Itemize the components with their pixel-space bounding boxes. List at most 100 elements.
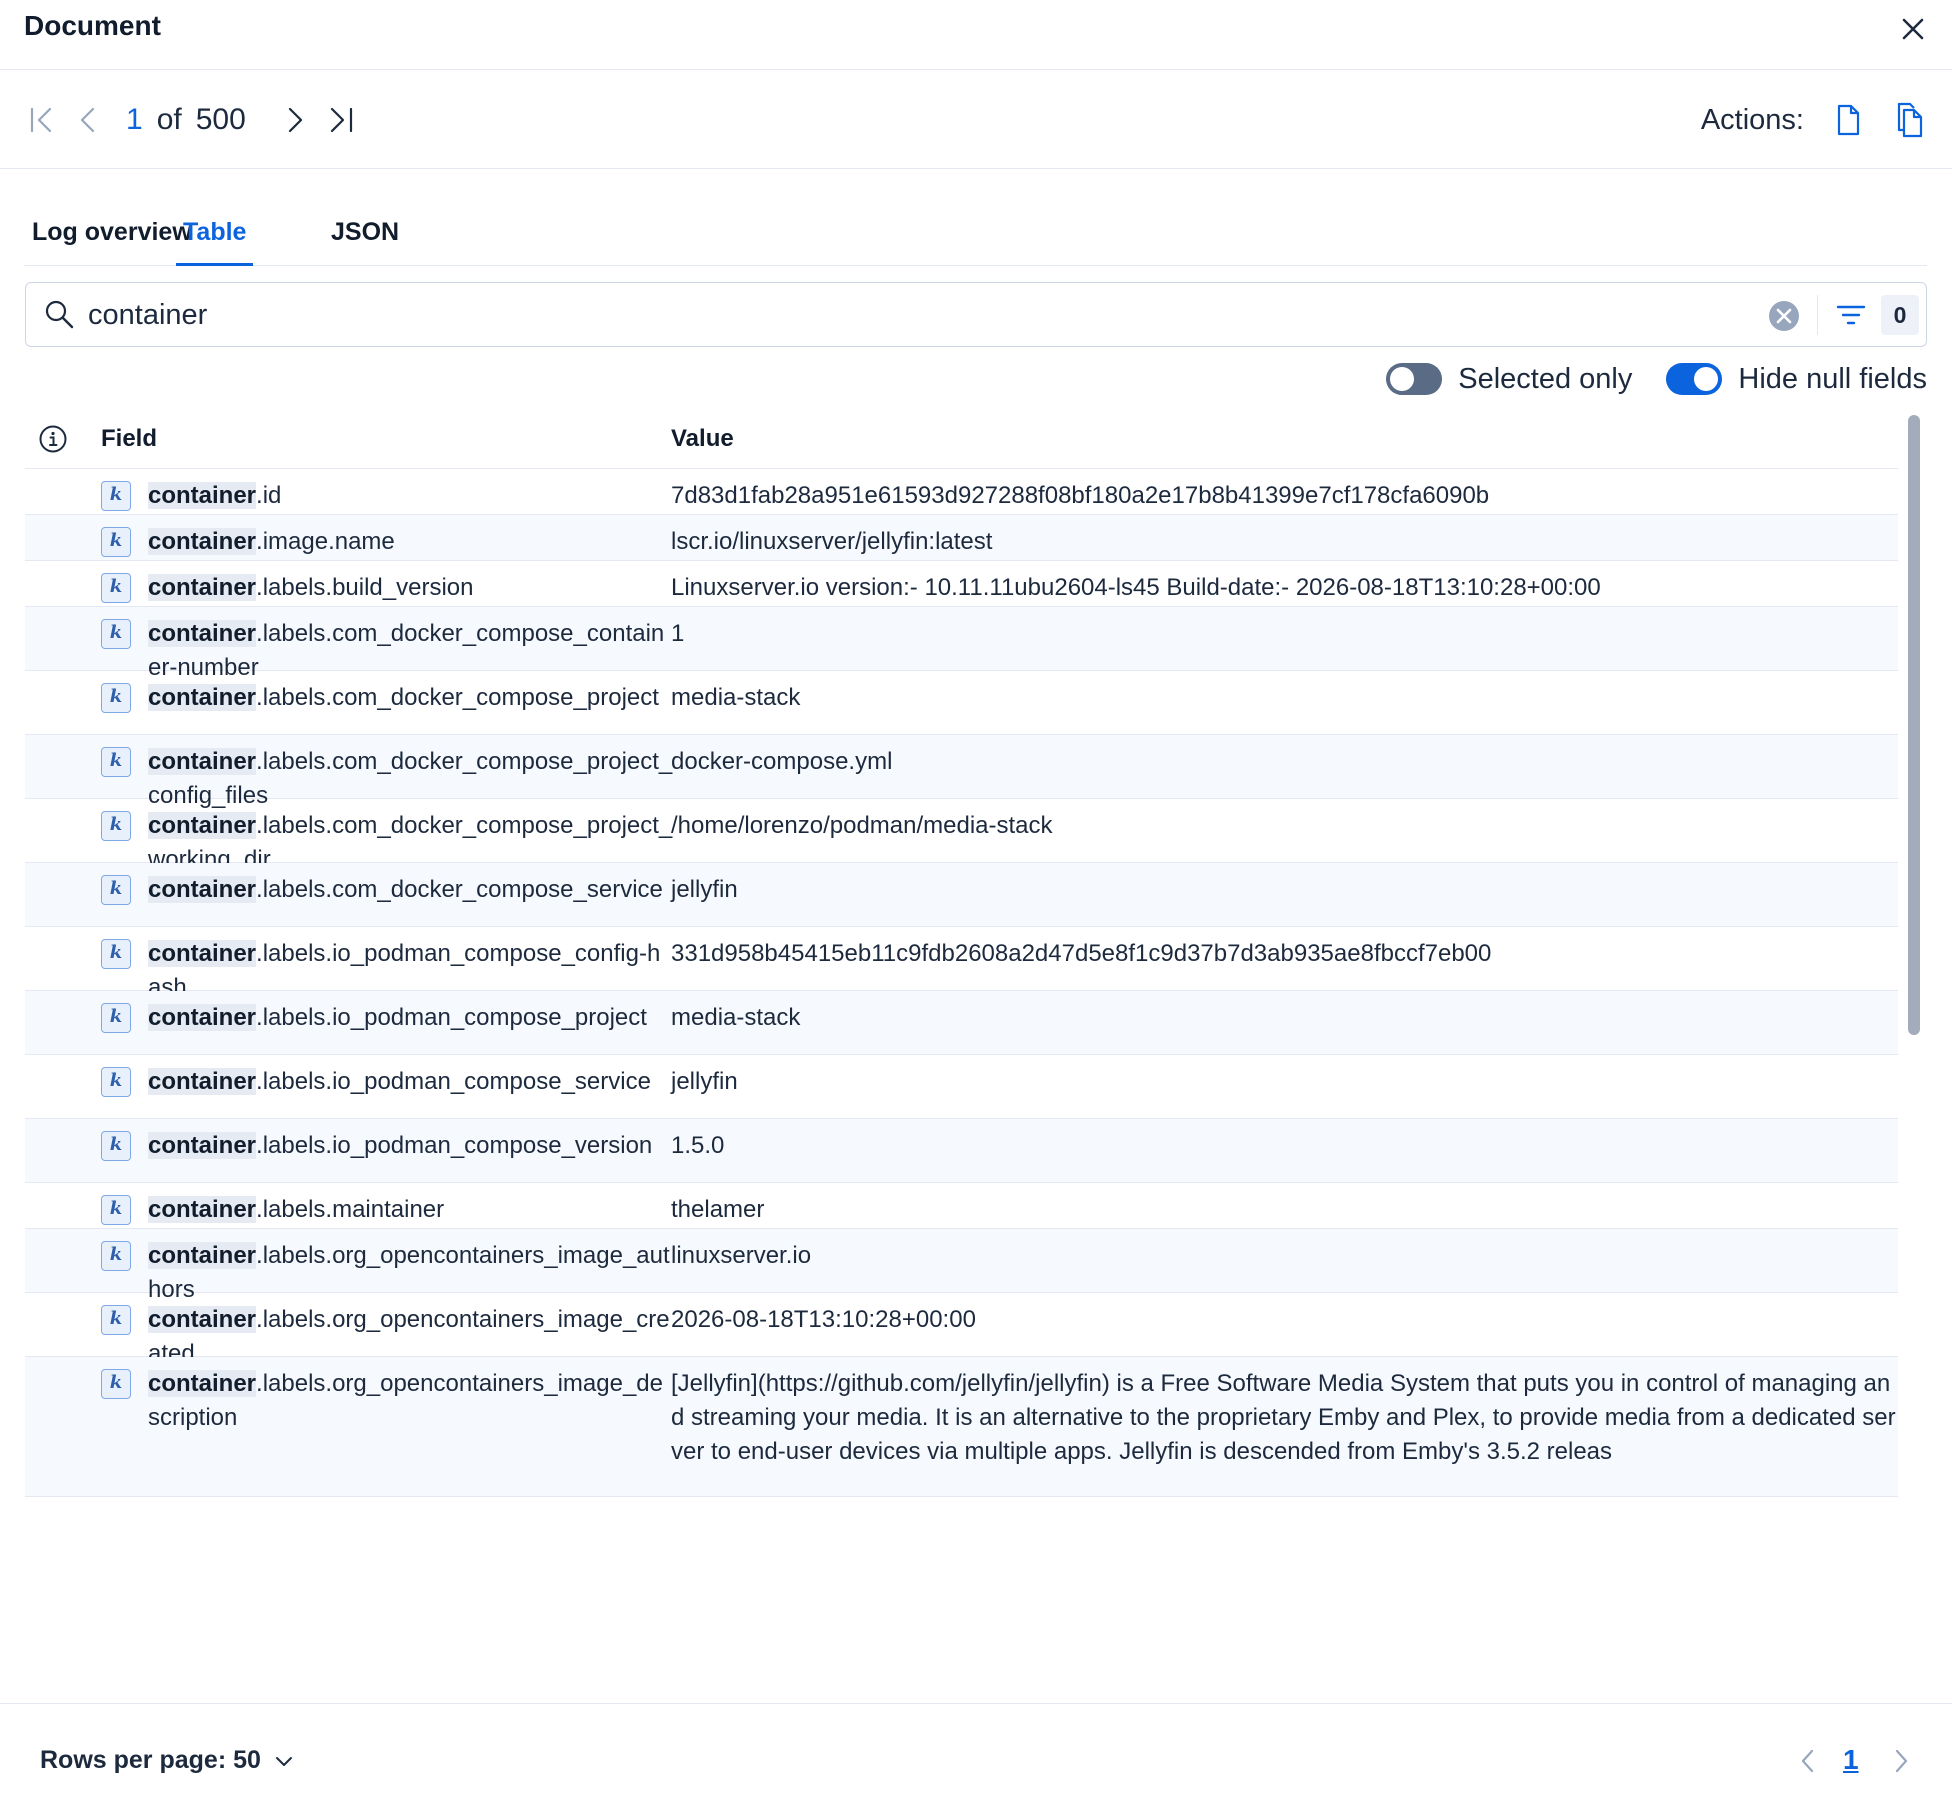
field-name-rest: .labels.com_docker_compose_project bbox=[256, 684, 659, 711]
field-name[interactable]: container.labels.io_podman_compose_servi… bbox=[148, 1065, 673, 1099]
keyword-type-icon: k bbox=[101, 573, 131, 603]
table-scrollbar[interactable] bbox=[1908, 415, 1920, 1035]
keyword-type-icon: k bbox=[101, 1131, 131, 1161]
table-row[interactable]: k container.labels.org_opencontainers_ima… bbox=[25, 1293, 1898, 1367]
table-row[interactable]: k container.labels.io_podman_compose_proj… bbox=[25, 991, 1898, 1055]
keyword-type-icon: k bbox=[101, 939, 131, 969]
table-row[interactable]: k container.labels.io_podman_compose_vers… bbox=[25, 1119, 1898, 1183]
document-icon[interactable] bbox=[1830, 100, 1866, 140]
keyword-type-icon: k bbox=[101, 619, 131, 649]
filter-icon[interactable] bbox=[1834, 298, 1868, 332]
field-name-match: container bbox=[148, 482, 257, 509]
field-name[interactable]: container.labels.build_version bbox=[148, 571, 673, 605]
table-footer: Rows per page: 50 1 bbox=[0, 1703, 1952, 1810]
field-name[interactable]: container.labels.com_docker_compose_proj… bbox=[148, 681, 673, 715]
search-input[interactable] bbox=[88, 291, 1688, 339]
field-name-match: container bbox=[148, 528, 257, 555]
flyout-title: Document bbox=[24, 10, 161, 41]
actions-group: Actions: bbox=[1701, 100, 1928, 140]
tab-json[interactable]: JSON bbox=[331, 218, 399, 266]
field-name[interactable]: container.labels.io_podman_compose_versi… bbox=[148, 1129, 673, 1163]
filter-count-badge[interactable]: 0 bbox=[1881, 295, 1919, 335]
field-name-rest: .labels.io_podman_compose_project bbox=[256, 1004, 647, 1031]
actions-label: Actions: bbox=[1700, 104, 1804, 136]
next-document-button[interactable] bbox=[276, 100, 312, 140]
value-column-header[interactable]: Value bbox=[671, 425, 734, 453]
field-name-match: container bbox=[148, 574, 257, 601]
table-row[interactable]: k container.labels.io_podman_compose_serv… bbox=[25, 1055, 1898, 1119]
field-value: 2026-08-18T13:10:28+00:00 bbox=[671, 1306, 976, 1333]
field-name-rest: .labels.io_podman_compose_version bbox=[256, 1132, 653, 1159]
search-icon bbox=[45, 300, 74, 329]
tab-table[interactable]: Table bbox=[176, 218, 254, 266]
table-row[interactable]: k container.labels.com_docker_compose_con… bbox=[25, 607, 1898, 681]
field-name-match: container bbox=[148, 1068, 257, 1095]
field-value: /home/lorenzo/podman/media-stack bbox=[671, 812, 1053, 839]
copy-icon[interactable] bbox=[1892, 100, 1928, 140]
keyword-type-icon: k bbox=[101, 1241, 131, 1271]
field-value: media-stack bbox=[671, 1004, 801, 1031]
field-name-match: container bbox=[148, 940, 257, 967]
document-pager: 1 of 500 Actions: bbox=[0, 70, 1952, 169]
field-name[interactable]: container.labels.maintainer bbox=[148, 1193, 673, 1227]
hide-null-switch[interactable] bbox=[1666, 363, 1723, 395]
field-value: linuxserver.io bbox=[671, 1242, 812, 1269]
next-page-icon[interactable] bbox=[1888, 1746, 1914, 1776]
table-row[interactable]: k container.labels.org_opencontainers_ima… bbox=[25, 1357, 1898, 1497]
field-name-match: container bbox=[148, 1242, 257, 1269]
field-value: Linuxserver.io version:- 10.11.11ubu2604… bbox=[671, 574, 1601, 601]
flyout-header: Document bbox=[0, 0, 1952, 70]
field-value: [Jellyfin](https://github.com/jellyfin/j… bbox=[671, 1370, 1896, 1465]
close-icon[interactable] bbox=[1896, 12, 1930, 46]
table-row[interactable]: k container.labels.build_version Linuxserv… bbox=[25, 561, 1898, 607]
table-row[interactable]: k container.labels.org_opencontainers_ima… bbox=[25, 1229, 1898, 1303]
keyword-type-icon: k bbox=[101, 1003, 131, 1033]
field-name[interactable]: container.labels.io_podman_compose_proje… bbox=[148, 1001, 673, 1035]
last-page-button[interactable] bbox=[323, 100, 359, 140]
keyword-type-icon: k bbox=[101, 875, 131, 905]
current-document: 1 bbox=[126, 103, 143, 136]
table-row[interactable]: k container.labels.maintainer thelamer bbox=[25, 1183, 1898, 1229]
clear-search-icon[interactable] bbox=[1767, 299, 1801, 333]
page-indicator: 1 of 500 bbox=[126, 100, 246, 140]
table-row[interactable]: k container.id 7d83d1fab28a951e61593d92728… bbox=[25, 469, 1898, 515]
field-name-rest: .labels.io_podman_compose_service bbox=[256, 1068, 651, 1095]
keyword-type-icon: k bbox=[101, 1067, 131, 1097]
rows-per-page-button[interactable]: Rows per page: 50 bbox=[40, 1746, 295, 1775]
keyword-type-icon: k bbox=[101, 1369, 131, 1399]
field-name-match: container bbox=[148, 620, 257, 647]
info-icon[interactable] bbox=[38, 424, 68, 454]
field-name[interactable]: container.labels.org_opencontainers_imag… bbox=[148, 1367, 673, 1435]
first-page-button[interactable] bbox=[24, 100, 60, 140]
selected-only-label: Selected only bbox=[1458, 362, 1633, 395]
field-name-rest: .id bbox=[256, 482, 282, 509]
keyword-type-icon: k bbox=[101, 527, 131, 557]
field-name[interactable]: container.id bbox=[148, 479, 673, 513]
hide-null-toggle[interactable]: Hide null fields bbox=[1666, 363, 1927, 396]
field-name[interactable]: container.labels.com_docker_compose_serv… bbox=[148, 873, 673, 907]
field-name-match: container bbox=[148, 748, 257, 775]
selected-only-toggle[interactable]: Selected only bbox=[1386, 363, 1632, 396]
field-value: 1.5.0 bbox=[671, 1132, 725, 1159]
table-row[interactable]: k container.image.name lscr.io/linuxserver… bbox=[25, 515, 1898, 561]
of-label: of bbox=[156, 103, 182, 136]
field-name-match: container bbox=[148, 876, 257, 903]
page-number-button[interactable]: 1 bbox=[1843, 1744, 1859, 1776]
field-column-header[interactable]: Field bbox=[101, 425, 157, 453]
field-name[interactable]: container.image.name bbox=[148, 525, 673, 559]
table-row[interactable]: k container.labels.io_podman_compose_conf… bbox=[25, 927, 1898, 1001]
tab-bar: Log overview Table JSON bbox=[24, 210, 1927, 266]
field-name-match: container bbox=[148, 1004, 257, 1031]
fields-table: Field Value k container.id 7d83d1fab28a951… bbox=[25, 415, 1927, 1703]
field-value: 7d83d1fab28a951e61593d927288f08bf180a2e1… bbox=[671, 482, 1490, 509]
selected-only-switch[interactable] bbox=[1386, 363, 1443, 395]
table-row[interactable]: k container.labels.com_docker_compose_pro… bbox=[25, 799, 1898, 873]
table-row[interactable]: k container.labels.com_docker_compose_pro… bbox=[25, 671, 1898, 735]
prev-document-button[interactable] bbox=[71, 100, 107, 140]
field-name-rest: .labels.com_docker_compose_service bbox=[256, 876, 663, 903]
chevron-right-icon bbox=[288, 107, 303, 133]
table-row[interactable]: k container.labels.com_docker_compose_ser… bbox=[25, 863, 1898, 927]
tab-log-overview[interactable]: Log overview bbox=[32, 218, 192, 266]
table-row[interactable]: k container.labels.com_docker_compose_pro… bbox=[25, 735, 1898, 809]
prev-page-icon[interactable] bbox=[1795, 1746, 1821, 1776]
